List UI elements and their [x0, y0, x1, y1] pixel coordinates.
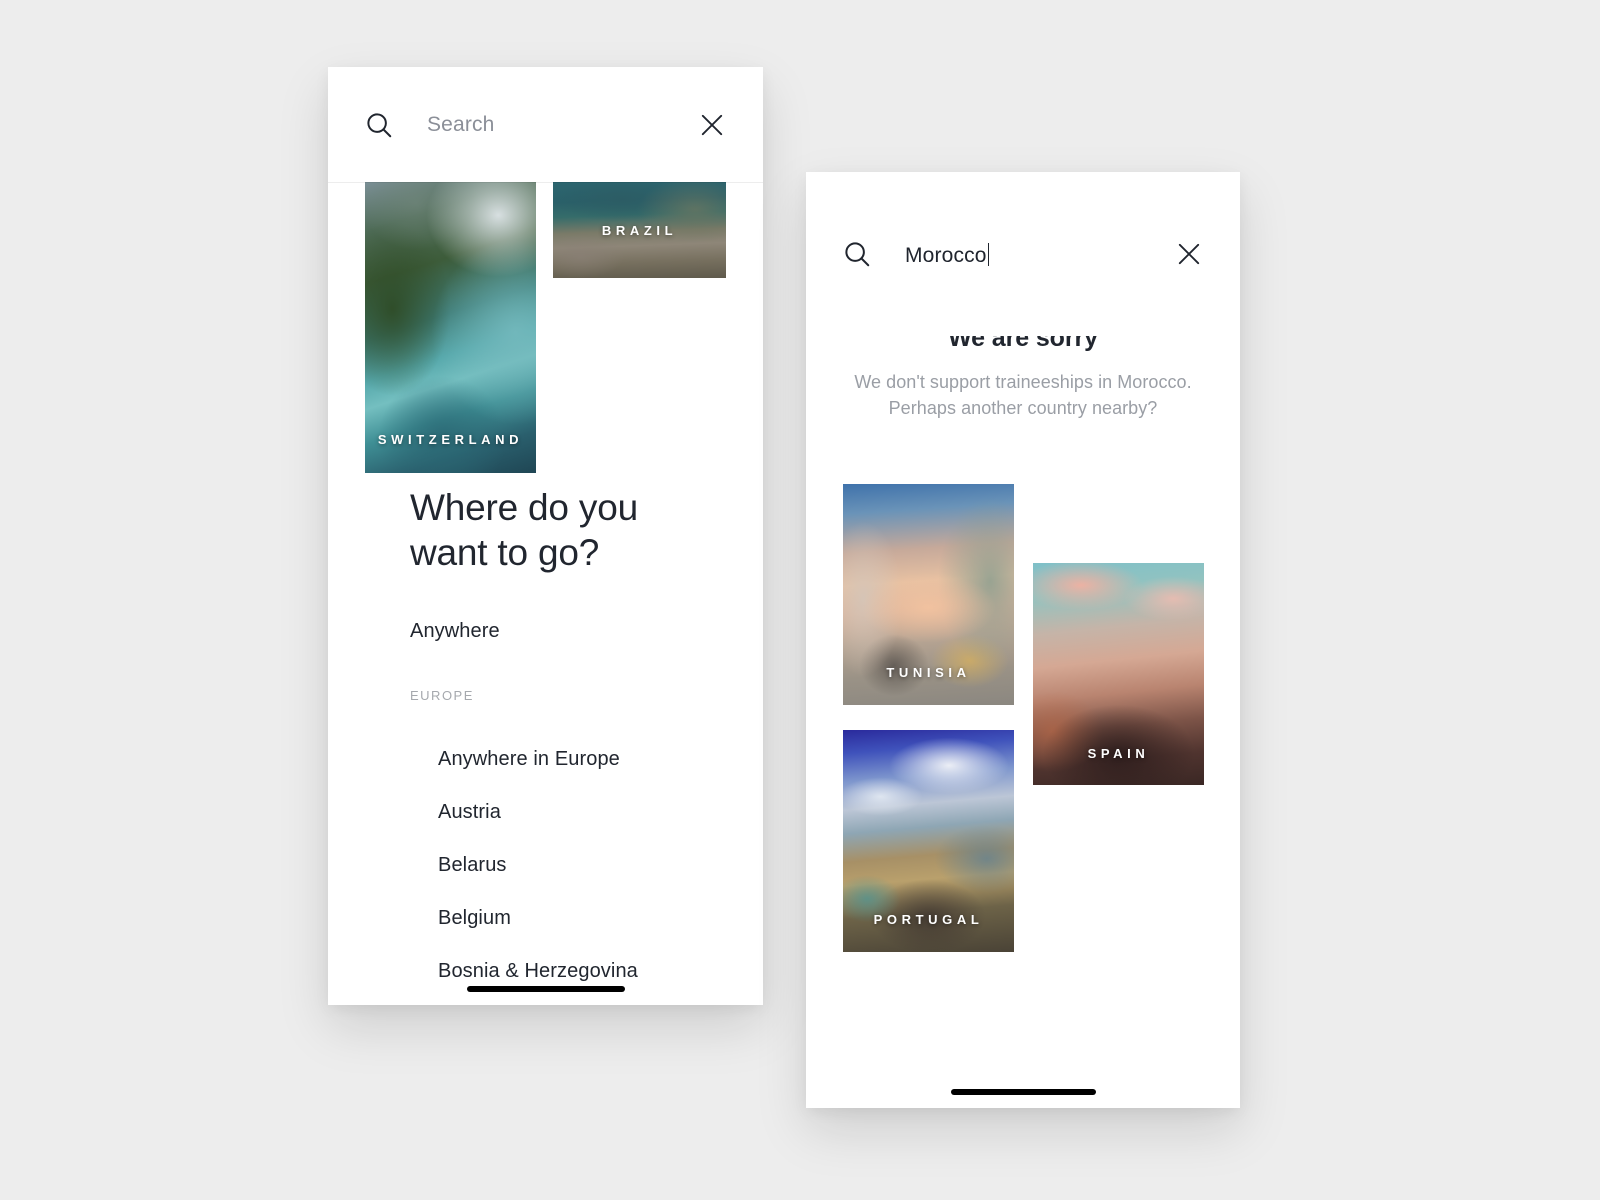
- phone-screen-search-browse: SWITZERLAND BRAZIL Where do you want to …: [328, 67, 763, 1005]
- destination-card-label: TUNISIA: [886, 665, 971, 680]
- destination-card-switzerland[interactable]: SWITZERLAND: [365, 180, 536, 473]
- destination-card-label: PORTUGAL: [873, 912, 984, 927]
- destination-card-tunisia[interactable]: TUNISIA: [843, 484, 1014, 705]
- destination-card-portugal[interactable]: PORTUGAL: [843, 730, 1014, 952]
- scrollable-content[interactable]: SWITZERLAND BRAZIL Where do you want to …: [328, 67, 763, 1005]
- empty-state-body-line-2: Perhaps another country nearby?: [888, 398, 1158, 418]
- destination-card-label: SWITZERLAND: [377, 432, 524, 447]
- search-bar[interactable]: Morocco: [806, 172, 1240, 336]
- list-item-anywhere[interactable]: Anywhere: [410, 620, 500, 643]
- empty-state-body: We don't support traineeships in Morocco…: [806, 369, 1240, 421]
- list-group-label-europe: EUROPE: [410, 688, 474, 703]
- screenshot-canvas: SWITZERLAND BRAZIL Where do you want to …: [0, 0, 1600, 1200]
- destination-card-spain[interactable]: SPAIN: [1033, 563, 1204, 785]
- close-icon[interactable]: [699, 112, 725, 138]
- home-indicator[interactable]: [951, 1089, 1096, 1095]
- search-icon: [842, 239, 872, 269]
- search-input[interactable]: Search: [427, 114, 699, 135]
- search-input-value: Morocco: [905, 243, 987, 267]
- list-item-austria[interactable]: Austria: [438, 786, 758, 839]
- empty-state-body-line-1: We don't support traineeships in Morocco…: [854, 372, 1192, 392]
- destination-card-brazil[interactable]: BRAZIL: [553, 180, 726, 278]
- page-title: Where do you want to go?: [410, 487, 638, 573]
- text-caret: [987, 242, 990, 266]
- search-input-wrapper[interactable]: Morocco: [905, 242, 1176, 267]
- phone-screen-no-results: Morocco We are sorry We don't support tr…: [806, 172, 1240, 1108]
- country-list: Anywhere in Europe Austria Belarus Belgi…: [438, 733, 758, 998]
- search-bar[interactable]: Search: [328, 67, 763, 182]
- switzerland-photo: [365, 180, 536, 473]
- list-item-belarus[interactable]: Belarus: [438, 839, 758, 892]
- home-indicator[interactable]: [467, 986, 625, 992]
- destination-card-label: SPAIN: [1087, 746, 1150, 761]
- list-item-anywhere-in-europe[interactable]: Anywhere in Europe: [438, 733, 758, 786]
- destination-card-label: BRAZIL: [601, 223, 678, 238]
- list-item-belgium[interactable]: Belgium: [438, 892, 758, 945]
- search-icon: [364, 110, 394, 140]
- close-icon[interactable]: [1176, 241, 1202, 267]
